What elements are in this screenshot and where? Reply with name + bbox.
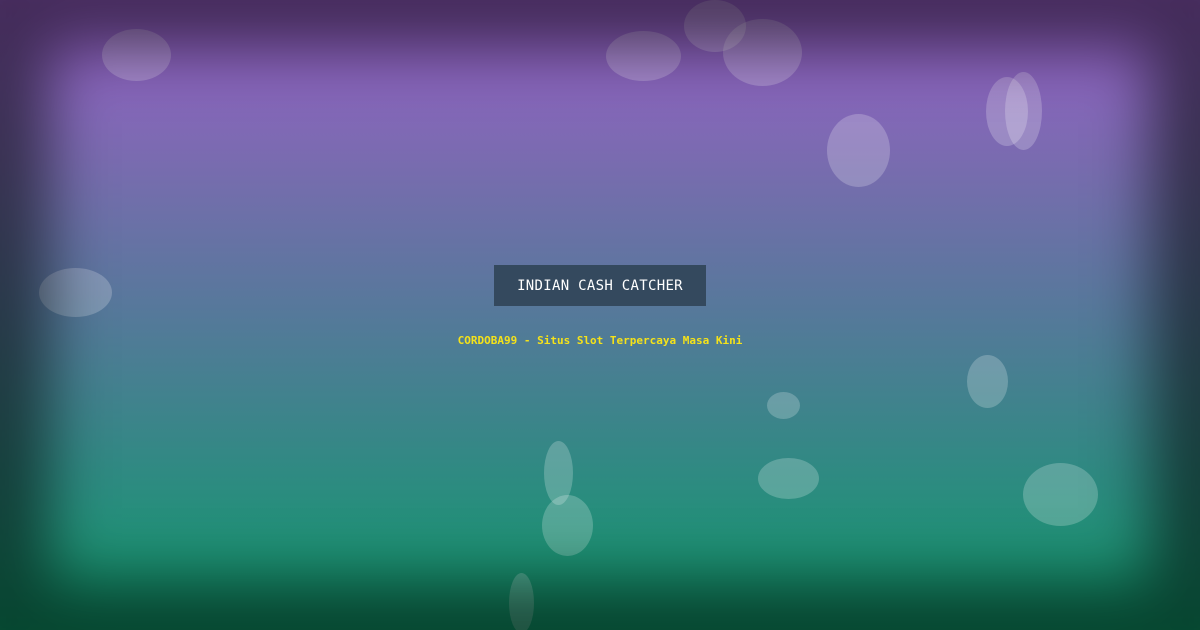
decorative-bubble [39,268,112,317]
decorative-bubble [827,114,890,187]
game-title-box: INDIAN CASH CATCHER [494,265,706,306]
decorative-bubble [767,392,800,419]
game-title: INDIAN CASH CATCHER [517,277,683,294]
decorative-bubble [967,355,1008,408]
decorative-bubble [1005,72,1042,150]
decorative-bubble [509,573,534,630]
decorative-bubble [758,458,819,499]
decorative-bubble [102,29,171,81]
decorative-bubble [723,19,802,86]
site-tagline: CORDOBA99 - Situs Slot Terpercaya Masa K… [457,334,743,347]
decorative-bubble [1023,463,1098,526]
decorative-bubble [542,495,593,556]
banner-canvas: INDIAN CASH CATCHER CORDOBA99 - Situs Sl… [0,0,1200,630]
decorative-bubble [606,31,681,81]
